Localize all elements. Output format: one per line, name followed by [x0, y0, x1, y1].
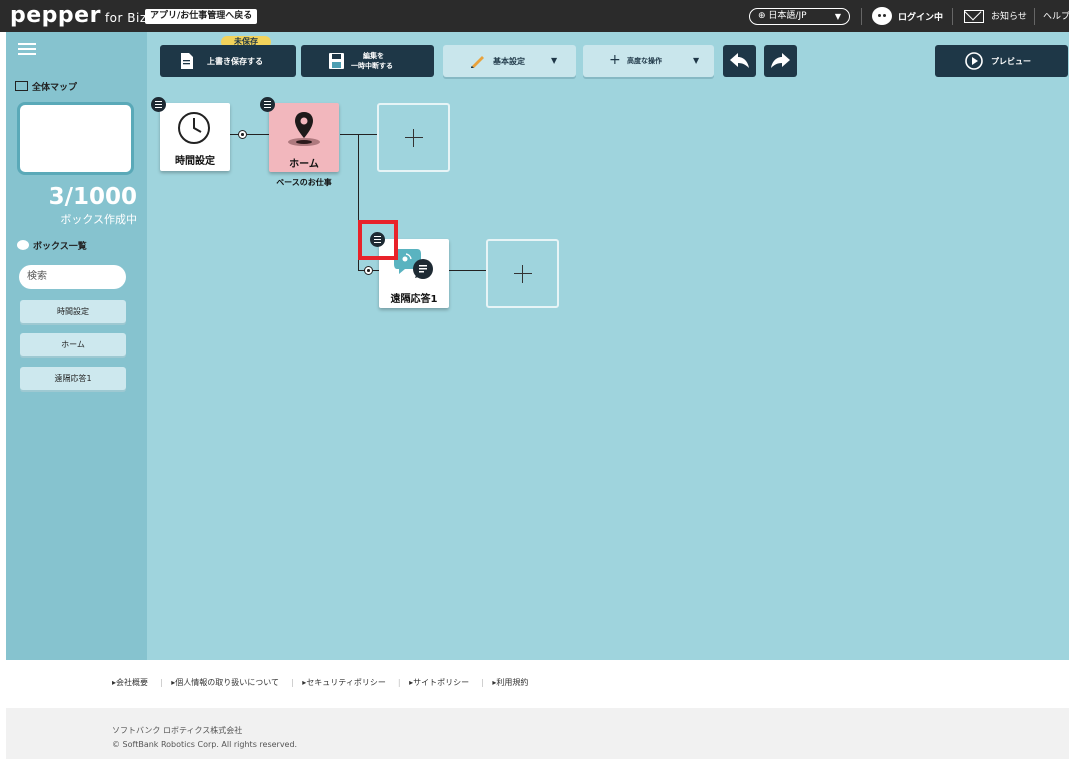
connection-port[interactable] — [238, 130, 247, 139]
save-button[interactable]: 上書き保存する — [160, 45, 296, 77]
pencil-icon — [471, 56, 484, 68]
robot-icon — [17, 240, 29, 250]
node-label: 時間設定 — [175, 156, 215, 167]
basic-settings-label: 基本設定 — [493, 57, 525, 66]
advanced-ops-dropdown[interactable]: + 高度な操作 ▼ — [583, 45, 714, 77]
box-list-title: ボックス一覧 — [17, 239, 87, 252]
footer-link[interactable]: ▸会社概要 — [112, 678, 154, 687]
clock-icon — [178, 112, 210, 144]
flow-canvas[interactable]: 未保存 上書き保存する 編集を 一時中断する 基本設定 ▼ + 高度な操作 ▼ … — [147, 32, 1069, 660]
advanced-ops-label: 高度な操作 — [627, 57, 662, 65]
pause-label-line1: 編集を — [363, 52, 384, 60]
footer-link[interactable]: ▸セキュリティポリシー — [302, 678, 392, 687]
node-label: ホーム — [289, 159, 319, 170]
footer-link[interactable]: ▸利用規約 — [492, 678, 534, 687]
box-list-item[interactable]: ホーム — [20, 333, 126, 356]
divider — [952, 8, 953, 25]
pause-label-line2: 一時中断する — [351, 62, 393, 70]
logo-sub: for Biz — [104, 11, 147, 25]
globe-icon: ⊕ — [758, 11, 766, 21]
caret-down-icon: ▼ — [551, 56, 558, 65]
copyright: © SoftBank Robotics Corp. All rights res… — [112, 740, 298, 749]
overview-map-title: 全体マップ — [15, 80, 77, 93]
mail-icon[interactable] — [964, 10, 984, 23]
save-label: 上書き保存する — [207, 57, 263, 66]
plus-icon — [404, 128, 423, 147]
home-node[interactable]: ホーム — [269, 103, 339, 172]
floppy-icon — [329, 53, 344, 69]
play-circle-icon — [965, 52, 983, 70]
language-value: 日本語/JP — [768, 11, 807, 21]
add-box-button[interactable] — [377, 103, 450, 172]
footer-link[interactable]: ▸サイトポリシー — [409, 678, 475, 687]
pepper-logo[interactable]: pepper for Biz — [10, 3, 147, 28]
undo-button[interactable] — [723, 45, 756, 77]
back-to-app-management-link[interactable]: アプリ/お仕事管理へ戻る — [145, 9, 258, 24]
notifications-link[interactable]: お知らせ — [991, 9, 1027, 22]
logo-text: pepper — [10, 3, 101, 28]
undo-icon — [730, 53, 749, 68]
hamburger-menu-icon[interactable] — [18, 43, 36, 56]
footer-link-list: ▸会社概要 | ▸個人情報の取り扱いについて | ▸セキュリティポリシー | ▸サイト… — [112, 677, 540, 688]
box-count-label: ボックス作成中 — [60, 213, 137, 226]
overview-minimap[interactable] — [17, 102, 134, 175]
add-box-button[interactable] — [486, 239, 559, 308]
robot-icon — [872, 7, 892, 25]
box-list-item[interactable]: 遠隔応答1 — [20, 367, 126, 390]
node-label: 遠隔応答1 — [390, 294, 438, 305]
help-link[interactable]: ヘルプ — [1043, 9, 1069, 22]
footer-bottom: ソフトバンク ロボティクス株式会社 © SoftBank Robotics Co… — [6, 708, 1069, 759]
footer-link[interactable]: ▸個人情報の取り扱いについて — [171, 678, 285, 687]
divider — [1034, 8, 1035, 25]
login-status[interactable]: ログイン中 — [898, 10, 943, 23]
time-setting-node[interactable]: 時間設定 — [160, 103, 230, 171]
footer-links: ▸会社概要 | ▸個人情報の取り扱いについて | ▸セキュリティポリシー | ▸サイト… — [0, 660, 1069, 708]
node-menu-icon[interactable] — [260, 97, 275, 112]
company-name: ソフトバンク ロボティクス株式会社 — [112, 726, 243, 735]
caret-down-icon: ▼ — [693, 56, 700, 65]
node-caption: ベースのお仕事 — [276, 178, 332, 187]
preview-label: プレビュー — [991, 57, 1031, 66]
pause-edit-button[interactable]: 編集を 一時中断する — [301, 45, 434, 77]
map-icon — [15, 81, 28, 91]
node-menu-icon[interactable] — [370, 232, 385, 247]
redo-icon — [771, 53, 790, 68]
basic-settings-dropdown[interactable]: 基本設定 ▼ — [443, 45, 576, 77]
redo-button[interactable] — [764, 45, 797, 77]
divider — [861, 8, 862, 25]
location-pin-icon — [288, 112, 320, 146]
node-menu-icon[interactable] — [151, 97, 166, 112]
connector-line — [449, 270, 486, 272]
caret-down-icon: ▼ — [834, 12, 841, 21]
plus-icon — [513, 264, 532, 283]
preview-button[interactable]: プレビュー — [935, 45, 1068, 77]
connector-line — [247, 134, 269, 136]
chat-bubble-icon — [394, 249, 433, 279]
plus-icon: + — [609, 52, 621, 68]
connection-port[interactable] — [364, 266, 373, 275]
top-bar: pepper for Biz アプリ/お仕事管理へ戻る ⊕ 日本語/JP ▼ ログ… — [0, 0, 1069, 32]
box-list-item[interactable]: 時間設定 — [20, 300, 126, 323]
sidebar: 全体マップ 3/1000 ボックス作成中 ボックス一覧 検索 時間設定 ホーム … — [6, 32, 147, 660]
language-select[interactable]: ⊕ 日本語/JP ▼ — [749, 8, 850, 25]
box-count: 3/1000 — [48, 184, 137, 210]
box-search-input[interactable]: 検索 — [19, 265, 126, 289]
document-icon — [181, 53, 193, 69]
